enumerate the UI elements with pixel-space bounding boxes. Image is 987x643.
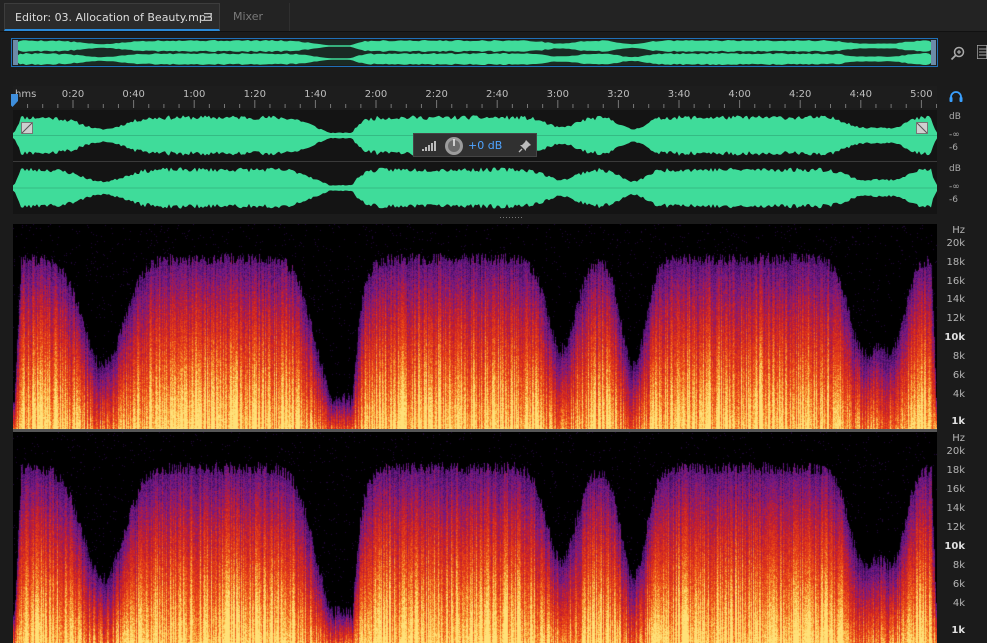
db-label: -6 (949, 195, 958, 205)
tab-editor[interactable]: Editor: 03. Allocation of Beauty.mp3 (4, 3, 220, 31)
waveform-display[interactable] (13, 110, 937, 214)
overview-channel-1 (14, 40, 932, 52)
hz-label: 4k (952, 598, 965, 609)
hz-label: 18k (946, 257, 965, 268)
ruler-ticks (27, 100, 937, 108)
panel-resize-grip[interactable] (500, 216, 522, 219)
level-meter-icon (422, 141, 436, 151)
hz-unit-label: Hz (952, 433, 965, 444)
hz-label: 8k (952, 560, 965, 571)
db-label: -6 (949, 143, 958, 153)
hz-label: 14k (946, 294, 965, 305)
tab-bar: Editor: 03. Allocation of Beauty.mp3 Mix… (0, 0, 987, 32)
tab-menu-icon[interactable] (203, 12, 213, 22)
hz-label: 20k (946, 238, 965, 249)
hz-label: 10k (944, 541, 965, 552)
hz-unit-label: Hz (952, 225, 965, 236)
hz-label: 8k (952, 351, 965, 362)
overview-navigator[interactable] (11, 38, 938, 67)
hz-label: 6k (952, 370, 965, 381)
fade-in-handle-icon[interactable] (21, 122, 33, 134)
dial-icon[interactable] (444, 136, 464, 156)
amplitude-scale: dB -∞ -6 dB -∞ -6 (940, 110, 987, 214)
time-ruler[interactable]: hms 0:20 0:40 1:00 1:20 1:40 2:00 2:20 2:40 3:00… (13, 86, 937, 108)
hz-label: 1k (951, 625, 965, 636)
waveform-channel-right (13, 167, 937, 209)
gain-hud[interactable]: +0 dB (413, 133, 537, 157)
tab-editor-label: Editor: 03. Allocation of Beauty.mp3 (15, 11, 213, 24)
hz-label: 1k (951, 416, 965, 427)
overview-right-handle (931, 40, 936, 65)
frequency-scale: Hz 20k 18k 16k 14k 12k 10k 8k 6k 4k 1k H… (940, 224, 987, 643)
hz-label: 4k (952, 389, 965, 400)
hz-label: 12k (946, 313, 965, 324)
hz-label: 10k (944, 332, 965, 343)
db-label: -∞ (949, 182, 960, 192)
gain-value[interactable]: +0 dB (468, 139, 502, 152)
spectral-display[interactable] (13, 224, 937, 643)
spectrogram-channel-right (13, 432, 937, 643)
tab-mixer[interactable]: Mixer (222, 3, 290, 31)
overview-left-handle (13, 40, 18, 65)
hz-label: 18k (946, 465, 965, 476)
overview-waveform (13, 40, 936, 65)
zoom-in-icon[interactable] (950, 45, 966, 61)
spectrogram-channel-left (13, 224, 937, 429)
hz-label: 20k (946, 446, 965, 457)
hz-label: 12k (946, 522, 965, 533)
fade-out-handle-icon[interactable] (916, 122, 928, 134)
db-label: -∞ (949, 130, 960, 140)
overview-channel-2 (14, 53, 932, 65)
hz-label: 16k (946, 484, 965, 495)
hz-label: 6k (952, 579, 965, 590)
db-unit-label: dB (949, 164, 961, 174)
list-icon[interactable] (977, 45, 987, 59)
hz-label: 16k (946, 276, 965, 287)
hz-label: 14k (946, 503, 965, 514)
pin-icon[interactable] (518, 139, 532, 153)
tab-mixer-label: Mixer (233, 10, 264, 23)
headphones-icon[interactable] (949, 90, 963, 102)
db-unit-label: dB (949, 112, 961, 122)
left-gutter (0, 84, 11, 643)
